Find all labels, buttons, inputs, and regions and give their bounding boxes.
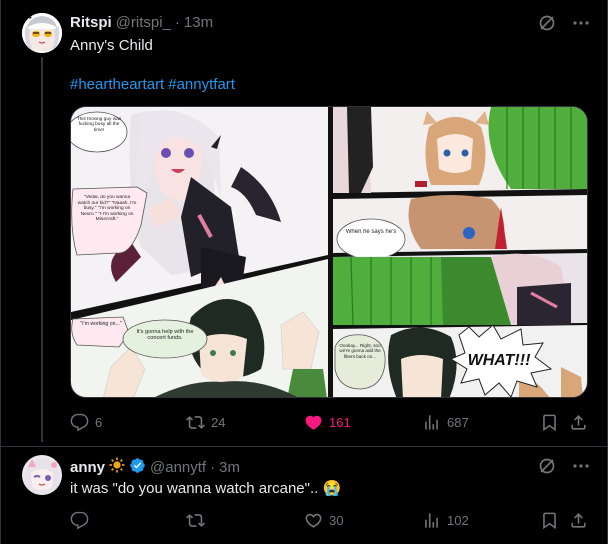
views-count: 102 <box>447 512 469 528</box>
views-icon <box>425 414 438 430</box>
share-icon <box>571 512 586 528</box>
bookmark-button[interactable] <box>540 508 559 532</box>
comic-text-shout: WHAT!!! <box>468 352 531 369</box>
comic-text-p3-left: "I'm working on..." <box>80 321 122 327</box>
tweet-actions: 30 102 <box>70 508 588 532</box>
tweet-actions: 6 24 161 687 <box>70 410 588 434</box>
grok-icon[interactable] <box>538 457 556 475</box>
avatar-anny[interactable] <box>22 455 62 495</box>
repost-button[interactable] <box>186 508 205 532</box>
comic-image[interactable]: This fricking guy was fucking busy all t… <box>70 106 588 398</box>
more-icon[interactable] <box>572 14 590 32</box>
sun-icon <box>109 457 125 477</box>
tweet-header: Ritspi @ritspi_ · 13m <box>70 12 213 32</box>
separator-dot: · <box>210 458 216 476</box>
timestamp[interactable]: 13m <box>184 14 213 31</box>
grok-icon[interactable] <box>538 14 556 32</box>
comic-text-p1-dialog: "Vedal, do you wanna watch our kid?" "Na… <box>77 195 137 223</box>
separator-dot: · <box>174 13 180 31</box>
more-icon[interactable] <box>572 457 590 475</box>
tweet-header: anny @annytf · 3m <box>70 457 240 477</box>
author-handle[interactable]: @ritspi_ <box>116 14 171 31</box>
share-icon <box>571 414 586 430</box>
comic-text-p7: Oookay... Right, soo we're gonna add the… <box>339 343 381 359</box>
reply-button[interactable]: 6 <box>70 410 102 434</box>
tweet-text-body: it was "do you wanna watch arcane".. <box>70 480 319 497</box>
bookmark-icon <box>543 512 556 529</box>
crying-emoji: 😭 <box>322 480 342 497</box>
author-handle[interactable]: @annytf <box>150 459 206 476</box>
bookmark-button[interactable] <box>540 410 559 434</box>
hashtag-link[interactable]: #annytfart <box>168 76 235 93</box>
reply-icon <box>70 413 89 431</box>
repost-count: 24 <box>211 414 226 430</box>
tweet-top-actions <box>538 457 590 475</box>
share-button[interactable] <box>569 508 588 532</box>
views-icon <box>425 512 438 528</box>
views-button[interactable]: 687 <box>422 410 469 434</box>
comic-text-p3-right: It's gonna help with the concert funds. <box>136 329 194 342</box>
reply-button[interactable] <box>70 508 89 532</box>
tweet-text: it was "do you wanna watch arcane".. 😭 <box>70 479 341 499</box>
reply-count: 6 <box>95 414 103 430</box>
tweet-ritspi[interactable]: Ritspi @ritspi_ · 13m Anny's Child #hear… <box>0 0 608 447</box>
hashtags: #heartheartart #annytfart <box>70 76 239 93</box>
like-count: 30 <box>329 512 344 528</box>
tweet-text: Anny's Child <box>70 37 153 54</box>
author-name[interactable]: anny <box>70 459 105 476</box>
verified-icon[interactable] <box>129 457 146 478</box>
repost-icon <box>186 513 205 527</box>
views-button[interactable]: 102 <box>422 508 469 532</box>
repost-button[interactable]: 24 <box>186 410 225 434</box>
share-button[interactable] <box>569 410 588 434</box>
comic-text-p5: When he says he's <box>345 229 397 235</box>
views-count: 687 <box>447 414 469 430</box>
comic-text-p1: This fricking guy was fucking busy all t… <box>76 117 122 133</box>
bookmark-icon <box>543 414 556 431</box>
like-icon <box>305 513 322 528</box>
author-name[interactable]: Ritspi <box>70 14 112 31</box>
repost-icon <box>186 415 205 429</box>
tweet-top-actions <box>538 14 590 32</box>
like-count: 161 <box>329 414 351 430</box>
hashtag-link[interactable]: #heartheartart <box>70 76 164 93</box>
timestamp[interactable]: 3m <box>219 459 240 476</box>
like-icon <box>305 415 322 430</box>
tweet-anny[interactable]: anny @annytf · 3m it was "do you wanna w… <box>0 447 608 544</box>
like-button[interactable]: 161 <box>304 410 351 434</box>
thread-line <box>41 57 43 442</box>
like-button[interactable]: 30 <box>304 508 343 532</box>
reply-icon <box>70 511 89 529</box>
avatar-ritspi[interactable] <box>22 13 62 53</box>
